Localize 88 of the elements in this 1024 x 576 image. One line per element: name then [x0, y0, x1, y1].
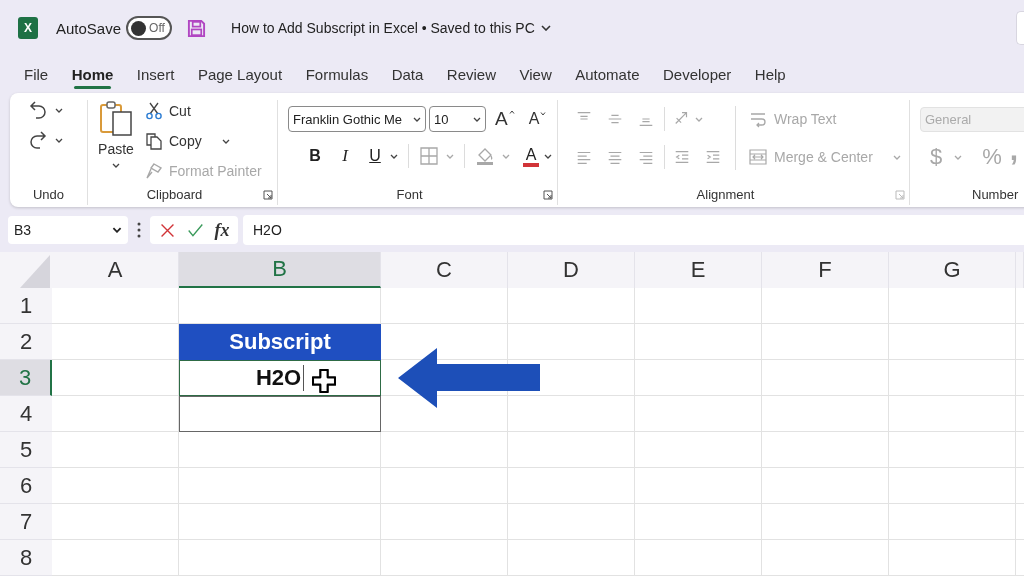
- merge-cells-icon: [748, 147, 768, 167]
- paint-bucket-icon: [475, 146, 495, 166]
- chevron-down-icon: [695, 116, 703, 122]
- app-logo: X: [18, 17, 38, 39]
- column-header[interactable]: E: [635, 252, 762, 288]
- font-size-field[interactable]: 10: [429, 106, 486, 132]
- row-header[interactable]: 8: [0, 540, 52, 576]
- autosave-toggle[interactable]: Off: [126, 16, 173, 40]
- redo-icon: [28, 130, 48, 150]
- chevron-down-icon[interactable]: [544, 153, 552, 159]
- group-label: Clipboard: [145, 185, 204, 204]
- group-label: Number: [972, 185, 1020, 204]
- borders-icon: [419, 146, 439, 166]
- group-label: Undo: [31, 185, 66, 204]
- increase-font-size-button[interactable]: A: [495, 108, 515, 130]
- checkmark-icon[interactable]: [186, 221, 204, 239]
- chevron-down-icon: [55, 137, 63, 143]
- copy-icon: [145, 132, 163, 150]
- ribbon-tab[interactable]: Developer: [663, 56, 732, 92]
- decrease-font-size-button[interactable]: A: [528, 110, 547, 128]
- row-header[interactable]: 5: [0, 432, 52, 468]
- font-name-field[interactable]: Franklin Gothic Me: [288, 106, 426, 132]
- chevron-down-icon: [502, 153, 510, 159]
- more-icon[interactable]: [137, 222, 141, 238]
- row-header[interactable]: 4: [0, 396, 52, 432]
- group-label: Font: [395, 185, 424, 204]
- ribbon-tab[interactable]: File: [24, 56, 49, 92]
- chevron-down-icon: [473, 116, 481, 122]
- ribbon-tab[interactable]: Page Layout: [197, 56, 283, 92]
- chevron-down-icon: [55, 107, 63, 113]
- ribbon-tab[interactable]: Insert: [136, 56, 175, 92]
- ribbon-tab[interactable]: Data: [391, 56, 424, 92]
- column-header[interactable]: B: [179, 252, 381, 288]
- insert-function-button[interactable]: fx: [214, 219, 230, 241]
- scissors-icon: [145, 102, 163, 120]
- row-header[interactable]: 1: [0, 288, 52, 324]
- dialog-launcher-icon[interactable]: [543, 190, 553, 200]
- column-header[interactable]: C: [381, 252, 508, 288]
- table-header-cell: Subscript: [179, 324, 381, 360]
- group-label: Alignment: [695, 185, 756, 204]
- table-cell[interactable]: [179, 396, 381, 432]
- chevron-down-icon: [413, 116, 421, 122]
- chevron-down-icon: [112, 163, 120, 168]
- triangle-icon: [20, 255, 50, 288]
- cut-button[interactable]: Cut: [145, 100, 191, 122]
- caret-down-icon: [540, 112, 547, 116]
- chevron-down-icon: [540, 25, 551, 31]
- italic-button[interactable]: I: [330, 146, 360, 166]
- row-header[interactable]: 6: [0, 468, 52, 504]
- ribbon-tab[interactable]: Review: [446, 56, 496, 92]
- cell-value: H2O: [255, 365, 302, 391]
- table-cell[interactable]: H2O: [179, 360, 381, 396]
- formula-input[interactable]: H2O: [243, 215, 1024, 245]
- undo-icon: [28, 100, 48, 120]
- caret-up-icon: [508, 110, 515, 114]
- save-icon[interactable]: [187, 18, 207, 38]
- chevron-down-icon: [446, 153, 454, 159]
- font-color-button[interactable]: A: [518, 145, 544, 167]
- worksheet-grid[interactable]: A B C D E F G 1 2 Subscript 3 H2O 4 5 6 7 8: [0, 252, 1024, 576]
- ribbon-tab[interactable]: Help: [754, 56, 786, 92]
- underline-button[interactable]: U: [360, 147, 390, 165]
- search-field[interactable]: [1016, 11, 1024, 45]
- row-header[interactable]: 3: [0, 360, 52, 396]
- chevron-down-icon: [221, 138, 230, 144]
- ribbon-tab[interactable]: View: [519, 56, 552, 92]
- paintbrush-icon: [145, 162, 163, 180]
- ribbon-tab[interactable]: Automate: [575, 56, 640, 92]
- row-header[interactable]: 2: [0, 324, 52, 360]
- row-header[interactable]: 7: [0, 504, 52, 540]
- document-title[interactable]: How to Add Subscript in Excel • Saved to this PC: [231, 20, 551, 36]
- plus-cursor-icon: [312, 369, 336, 393]
- chevron-down-icon: [892, 154, 901, 160]
- ribbon-tab[interactable]: Home: [71, 56, 114, 92]
- clipboard-icon: [99, 100, 133, 136]
- select-all-button[interactable]: [0, 252, 52, 288]
- copy-button[interactable]: Copy: [145, 130, 230, 152]
- column-header[interactable]: A: [52, 252, 179, 288]
- chevron-down-icon[interactable]: [390, 153, 398, 159]
- name-box[interactable]: B3: [8, 216, 128, 244]
- paste-button[interactable]: Paste: [96, 100, 136, 183]
- chevron-down-icon: [112, 227, 122, 233]
- column-header[interactable]: D: [508, 252, 635, 288]
- autosave-label: AutoSave: [56, 19, 122, 37]
- column-header[interactable]: F: [762, 252, 889, 288]
- column-header[interactable]: G: [889, 252, 1016, 288]
- ribbon-tab[interactable]: Formulas: [305, 56, 369, 92]
- dialog-launcher-icon[interactable]: [263, 190, 273, 200]
- bold-button[interactable]: B: [300, 147, 330, 165]
